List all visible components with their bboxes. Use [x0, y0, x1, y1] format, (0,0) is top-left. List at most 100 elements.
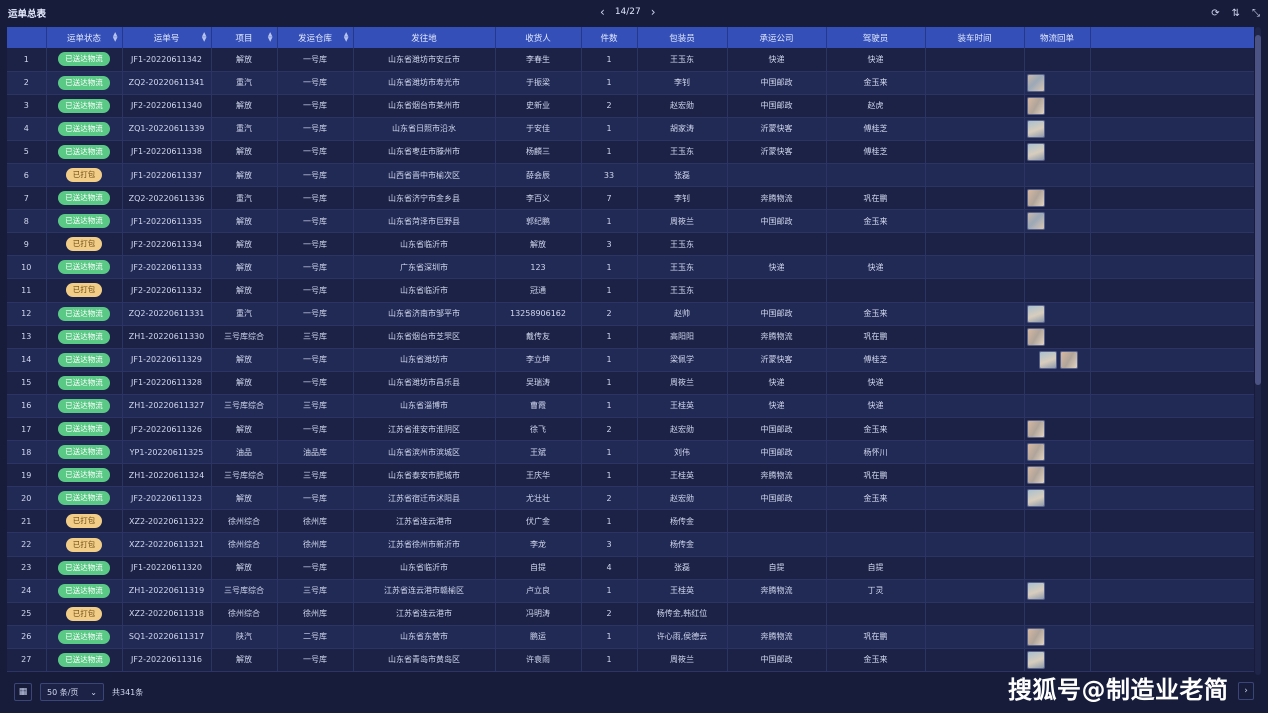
- table-row[interactable]: 3 已送达物流 JF2-20220611340 解放 一号库 山东省烟台市莱州市 史新业 2 赵…: [7, 94, 1254, 118]
- receipt-thumbnail-icon[interactable]: [1026, 189, 1045, 208]
- table-row[interactable]: 5 已送达物流 JF1-20220611338 解放 一号库 山东省枣庄市滕州市 杨麟三 1 王…: [7, 140, 1254, 164]
- table-row[interactable]: 17 已送达物流 JF2-20220611326 解放 一号库 江苏省淮安市淮阴区 徐飞 2 赵…: [7, 417, 1254, 442]
- column-header[interactable]: 项目 ▲ ▼: [211, 27, 278, 48]
- receipt-thumbnail-icon[interactable]: [1026, 119, 1045, 138]
- table-row[interactable]: 6 已打包 JF1-20220611337 解放 一号库 山西省晋中市榆次区 薛会辰 33 张磊: [7, 163, 1254, 188]
- sort-icon[interactable]: ▲ ▼: [344, 32, 349, 43]
- receipt-thumbnail-icon[interactable]: [1026, 327, 1045, 346]
- column-header[interactable]: 承运公司: [727, 27, 827, 48]
- sort-icon[interactable]: ▲ ▼: [202, 32, 207, 43]
- cell-project: 三号库综合: [211, 394, 278, 419]
- cell-dest: 山东省潍坊市昌乐县: [353, 371, 496, 395]
- status-badge: 已打包: [65, 168, 103, 183]
- table-row[interactable]: 23 已送达物流 JF1-20220611320 解放 一号库 山东省临沂市 自提 4 张磊 自提…: [7, 556, 1254, 580]
- table-row[interactable]: 2 已送达物流 ZQ2-20220611341 重汽 一号库 山东省潍坊市寿光市 于振梁 1 李…: [7, 71, 1254, 95]
- cell-no: 24: [7, 579, 47, 603]
- refresh-icon[interactable]: ⟳: [1211, 8, 1219, 19]
- column-header[interactable]: 发运仓库 ▲ ▼: [277, 27, 354, 48]
- cell-dest: 山东省潍坊市安丘市: [353, 48, 496, 72]
- receipt-thumbnail-icon[interactable]: [1026, 489, 1045, 508]
- column-header[interactable]: 包装员: [637, 27, 728, 48]
- cell-project: 徐州综合: [211, 509, 278, 534]
- cell-carrier: 快递: [727, 48, 827, 72]
- cell-carrier: [727, 163, 827, 188]
- column-header[interactable]: 驾驶员: [826, 27, 926, 48]
- cell-driver: 巩在鹏: [826, 463, 926, 488]
- column-header[interactable]: 装车时间: [925, 27, 1025, 48]
- receipt-thumbnail-icon[interactable]: [1026, 627, 1045, 646]
- column-header[interactable]: 收货人: [495, 27, 582, 48]
- table-row[interactable]: 21 已打包 XZ2-20220611322 徐州综合 徐州库 江苏省连云港市 伏广金 1 杨传…: [7, 509, 1254, 534]
- table-row[interactable]: 10 已送达物流 JF2-20220611333 解放 一号库 广东省深圳市 123 1 王玉东…: [7, 255, 1254, 280]
- table-row[interactable]: 13 已送达物流 ZH1-20220611330 三号库综合 三号库 山东省烟台市芝罘区戴…: [7, 325, 1254, 349]
- cell-consignee: 许袁雨: [495, 648, 582, 673]
- sort-icon[interactable]: ▲ ▼: [113, 32, 118, 43]
- cell-order: JF2-20220611323: [122, 486, 212, 511]
- table-row[interactable]: 24 已送达物流 ZH1-20220611319 三号库综合 三号库 江苏省连云港市赣榆区…: [7, 579, 1254, 603]
- column-header[interactable]: 发往地: [353, 27, 496, 48]
- receipt-thumbnail-icon[interactable]: [1026, 73, 1045, 92]
- collapse-icon[interactable]: ⤡: [1252, 8, 1260, 19]
- next-page-button[interactable]: ›: [1238, 682, 1254, 700]
- column-settings-icon[interactable]: ⇅: [1232, 8, 1240, 19]
- column-header[interactable]: 运单状态 ▲ ▼: [46, 27, 123, 48]
- cell-status: 已打包: [46, 163, 123, 188]
- page-size-select[interactable]: 50 条/页 ⌄: [40, 683, 104, 701]
- column-header[interactable]: 件数: [581, 27, 638, 48]
- table-row[interactable]: 16 已送达物流 ZH1-20220611327 三号库综合 三号库 山东省淄博市 曹霞 1 王…: [7, 394, 1254, 419]
- receipt-thumbnail-icon[interactable]: [1026, 304, 1045, 323]
- sort-icon[interactable]: ▲ ▼: [268, 32, 273, 43]
- column-header[interactable]: 运单号 ▲ ▼: [122, 27, 212, 48]
- table-row[interactable]: 4 已送达物流 ZQ1-20220611339 重汽 一号库 山东省日照市沿水 于安佳 1 胡家…: [7, 117, 1254, 141]
- cell-order: JF1-20220611328: [122, 371, 212, 395]
- table-row[interactable]: 20 已送达物流 JF2-20220611323 解放 一号库 江苏省宿迁市沭阳县 尤壮壮 2…: [7, 486, 1254, 511]
- receipt-thumbnail-icon[interactable]: [1026, 581, 1045, 600]
- status-badge: 已送达物流: [58, 98, 110, 113]
- receipt-thumbnail-icon[interactable]: [1026, 212, 1045, 231]
- cell-driver: 金玉来: [826, 417, 926, 442]
- vertical-scrollbar[interactable]: [1255, 27, 1261, 675]
- status-badge: 已送达物流: [58, 75, 110, 90]
- scrollbar-thumb[interactable]: [1255, 35, 1261, 385]
- table-row[interactable]: 18 已送达物流 YP1-20220611325 油品 油品库 山东省滨州市滨城区 王斌 1 刘…: [7, 440, 1254, 465]
- receipt-thumbnail-icon[interactable]: [1026, 443, 1045, 462]
- receipt-thumbnail-icon[interactable]: [1059, 350, 1078, 369]
- cell-packer: 杨传金,韩红位: [637, 602, 728, 626]
- receipt-thumbnail-icon[interactable]: [1026, 650, 1045, 669]
- cell-receipts: [1024, 209, 1091, 234]
- table-row[interactable]: 8 已送达物流 JF1-20220611335 解放 一号库 山东省菏泽市巨野县 郭纪鹏 1 周…: [7, 209, 1254, 234]
- chevron-left-icon[interactable]: ‹: [600, 5, 605, 19]
- table-row[interactable]: 9 已打包 JF2-20220611334 解放 一号库 山东省临沂市 解放 3 王玉东: [7, 232, 1254, 257]
- table-row[interactable]: 25 已打包 XZ2-20220611318 徐州综合 徐州库 江苏省连云港市 冯明涛 2 杨传…: [7, 602, 1254, 626]
- table-row[interactable]: 27 已送达物流 JF2-20220611316 解放 一号库 山东省青岛市黄岛区 许袁雨 1…: [7, 648, 1254, 673]
- receipt-thumbnail-icon[interactable]: [1026, 466, 1045, 485]
- table-row[interactable]: 11 已打包 JF2-20220611332 解放 一号库 山东省临沂市 冠通 1 王玉东: [7, 278, 1254, 303]
- cell-qty: 1: [581, 140, 638, 164]
- cell-qty: 1: [581, 117, 638, 141]
- receipt-thumbnail-icon[interactable]: [1026, 96, 1045, 115]
- grid-icon[interactable]: ▦: [14, 683, 32, 701]
- table-row[interactable]: 19 已送达物流 ZH1-20220611324 三号库综合 三号库 山东省泰安市肥城市王…: [7, 463, 1254, 488]
- cell-packer: 周筱兰: [637, 371, 728, 395]
- cell-receipts: [1024, 71, 1091, 95]
- column-header[interactable]: [7, 27, 47, 48]
- cell-packer: 张磊: [637, 163, 728, 188]
- cell-receipts: [1024, 232, 1091, 257]
- cell-dest: 广东省深圳市: [353, 255, 496, 280]
- table-row[interactable]: 12 已送达物流 ZQ2-20220611331 重汽 一号库 山东省济南市邹平市 1325…: [7, 302, 1254, 326]
- status-badge: 已送达物流: [58, 583, 110, 598]
- table-row[interactable]: 15 已送达物流 JF1-20220611328 解放 一号库 山东省潍坊市昌乐县 吴瑞涛 1…: [7, 371, 1254, 395]
- table-row[interactable]: 14 已送达物流 JF1-20220611329 解放 一号库 山东省潍坊市 李立坤 1 梁佩学…: [7, 348, 1254, 372]
- chevron-right-icon[interactable]: ›: [651, 5, 656, 19]
- table-row[interactable]: 1 已送达物流 JF1-20220611342 解放 一号库 山东省潍坊市安丘市 李春生 1 王…: [7, 48, 1254, 72]
- table-row[interactable]: 22 已打包 XZ2-20220611321 徐州综合 徐州库 江苏省徐州市新沂市 李龙 3 杨…: [7, 532, 1254, 557]
- receipt-thumbnail-icon[interactable]: [1038, 350, 1057, 369]
- cell-driver: 傅桂芝: [826, 140, 926, 164]
- receipt-thumbnail-icon[interactable]: [1026, 142, 1045, 161]
- table-row[interactable]: 26 已送达物流 SQ1-20220611317 陕汽 二号库 山东省东营市 鹏运 1 许心雨,…: [7, 625, 1254, 649]
- receipt-thumbnail-icon[interactable]: [1026, 420, 1045, 439]
- cell-driver: 巩在鹏: [826, 325, 926, 349]
- column-header[interactable]: 物流回单: [1024, 27, 1091, 48]
- table-row[interactable]: 7 已送达物流 ZQ2-20220611336 重汽 一号库 山东省济宁市金乡县 李百义 7 李…: [7, 186, 1254, 211]
- cell-warehouse: 一号库: [277, 278, 354, 303]
